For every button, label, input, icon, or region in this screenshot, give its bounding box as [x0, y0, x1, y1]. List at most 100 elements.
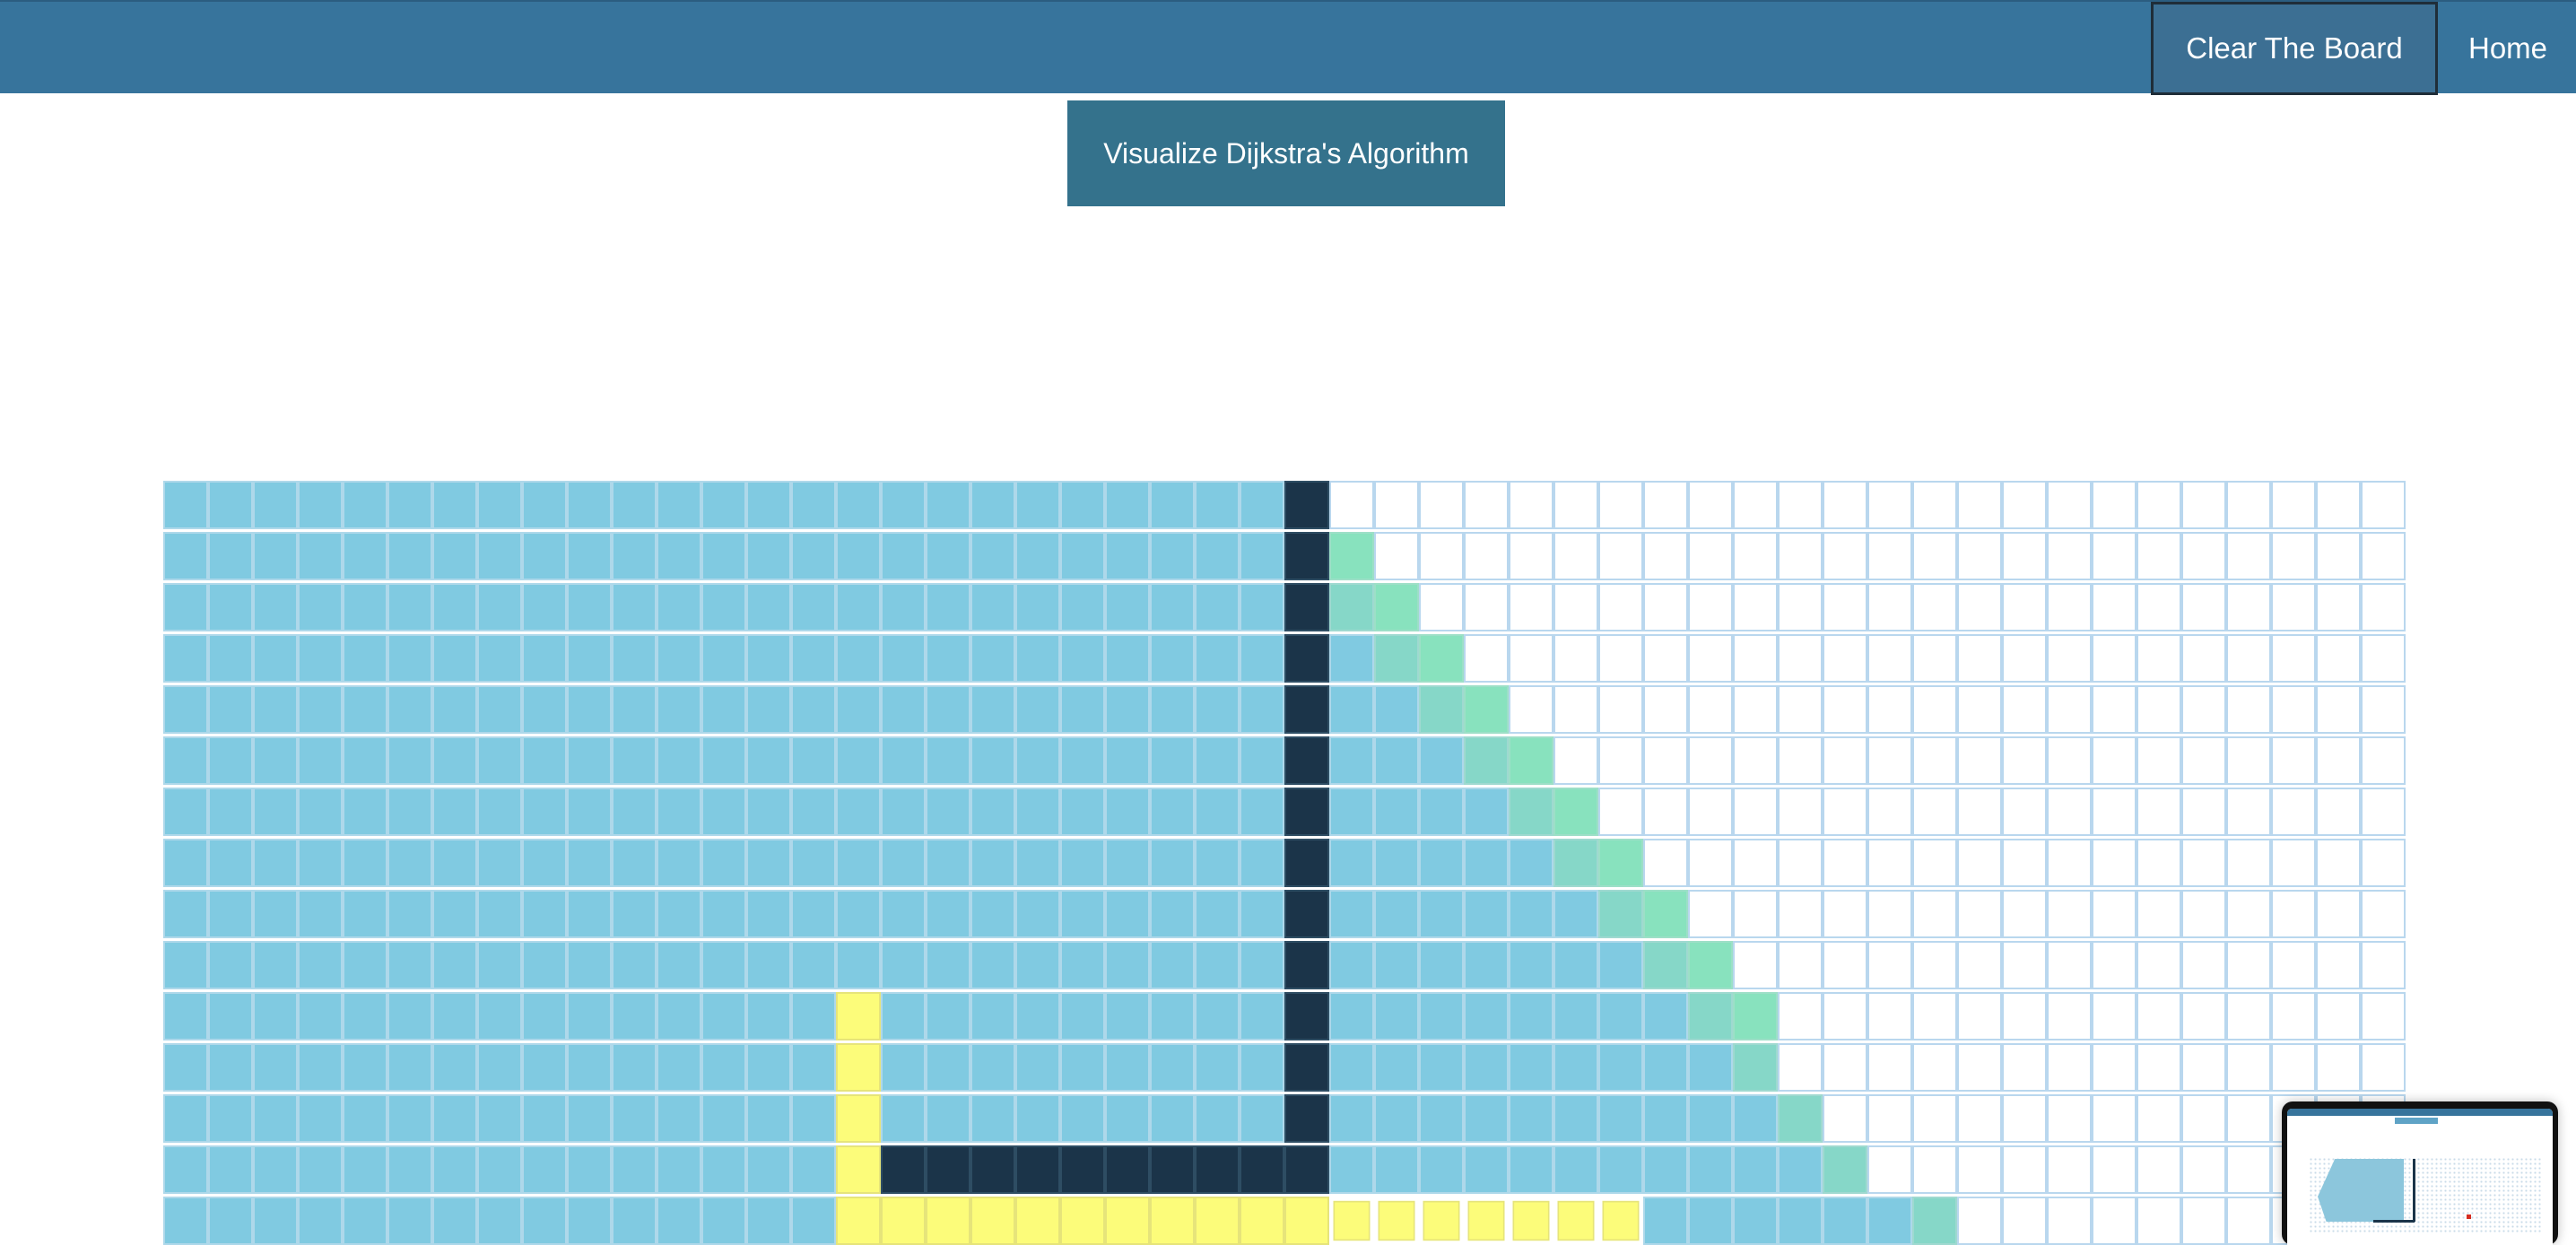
- grid-node-unvisited[interactable]: [2271, 890, 2316, 938]
- grid-node-visited[interactable]: [1419, 890, 1464, 938]
- grid-node-visited[interactable]: [746, 992, 791, 1040]
- grid-node-visited[interactable]: [1419, 941, 1464, 989]
- grid-node-unvisited[interactable]: [2271, 685, 2316, 734]
- grid-node-visited[interactable]: [567, 1043, 612, 1092]
- grid-node-unvisited[interactable]: [2226, 839, 2271, 887]
- grid-node-visited[interactable]: [1688, 1043, 1733, 1092]
- grid-node-visited[interactable]: [1419, 839, 1464, 887]
- grid-node-visited[interactable]: [881, 788, 926, 836]
- grid-node-shortest-path[interactable]: [836, 1043, 881, 1092]
- grid-node-unvisited[interactable]: [2316, 992, 2361, 1040]
- grid-node-unvisited[interactable]: [1419, 532, 1464, 580]
- grid-node-visited[interactable]: [1150, 1043, 1195, 1092]
- grid-node-visited[interactable]: [746, 1094, 791, 1143]
- grid-node-visited[interactable]: [163, 941, 208, 989]
- grid-node-visited[interactable]: [208, 736, 253, 785]
- grid-node-unvisited[interactable]: [2092, 583, 2137, 631]
- grid-node-frontier-new[interactable]: [1553, 788, 1598, 836]
- grid-node-unvisited[interactable]: [2316, 685, 2361, 734]
- grid-node-visited[interactable]: [1598, 941, 1643, 989]
- grid-node-visited[interactable]: [1374, 1145, 1419, 1194]
- grid-node-visited[interactable]: [1240, 634, 1284, 683]
- grid-node-visited[interactable]: [1240, 839, 1284, 887]
- grid-node-wall[interactable]: [1284, 481, 1329, 529]
- grid-node-visited[interactable]: [836, 583, 881, 631]
- grid-node-visited[interactable]: [387, 1145, 432, 1194]
- grid-node-visited[interactable]: [881, 634, 926, 683]
- grid-node-unvisited[interactable]: [2002, 532, 2047, 580]
- grid-node-visited[interactable]: [1553, 1145, 1598, 1194]
- grid-node-visited[interactable]: [387, 481, 432, 529]
- grid-node-visited[interactable]: [791, 583, 836, 631]
- grid-node-visited[interactable]: [163, 788, 208, 836]
- grid-node-shortest-path-animating[interactable]: [1467, 1200, 1505, 1241]
- grid-node-visited[interactable]: [1509, 1094, 1553, 1143]
- grid-node-unvisited[interactable]: [1823, 583, 1867, 631]
- grid-node-visited[interactable]: [1195, 890, 1240, 938]
- grid-node-frontier-new[interactable]: [1509, 736, 1553, 785]
- grid-node-unvisited[interactable]: [1778, 941, 1823, 989]
- grid-node-visited[interactable]: [1240, 685, 1284, 734]
- grid-node-visited[interactable]: [1195, 839, 1240, 887]
- grid-node-unvisited[interactable]: [1464, 481, 1509, 529]
- grid-node-visited[interactable]: [567, 1145, 612, 1194]
- grid-node-visited[interactable]: [1464, 1094, 1509, 1143]
- grid-node-visited[interactable]: [1015, 941, 1060, 989]
- grid-node-visited[interactable]: [791, 481, 836, 529]
- grid-node-visited[interactable]: [612, 1094, 657, 1143]
- grid-node-visited[interactable]: [970, 992, 1015, 1040]
- grid-node-unvisited[interactable]: [2047, 685, 2092, 734]
- grid-node-unvisited[interactable]: [1912, 992, 1957, 1040]
- grid-node-unvisited[interactable]: [2047, 890, 2092, 938]
- grid-node-unvisited[interactable]: [1778, 736, 1823, 785]
- grid-node-visited[interactable]: [970, 1043, 1015, 1092]
- grid-node-visited[interactable]: [477, 634, 522, 683]
- grid-node-visited[interactable]: [657, 634, 701, 683]
- grid-node-visited[interactable]: [1509, 890, 1553, 938]
- grid-node-unvisited[interactable]: [2047, 1094, 2092, 1143]
- grid-node-unvisited[interactable]: [1957, 890, 2002, 938]
- grid-node-unvisited[interactable]: [2002, 583, 2047, 631]
- grid-node-visited[interactable]: [567, 583, 612, 631]
- grid-node-unvisited[interactable]: [1419, 481, 1464, 529]
- grid-node-unvisited[interactable]: [2271, 634, 2316, 683]
- grid-node-visited[interactable]: [1374, 1043, 1419, 1092]
- grid-node-unvisited[interactable]: [2047, 839, 2092, 887]
- grid-node-unvisited[interactable]: [1419, 583, 1464, 631]
- grid-node-visited[interactable]: [701, 992, 746, 1040]
- grid-node-visited[interactable]: [657, 992, 701, 1040]
- grid-node-unvisited[interactable]: [2137, 839, 2181, 887]
- grid-node-wall[interactable]: [970, 1145, 1015, 1194]
- grid-node-unvisited[interactable]: [2137, 685, 2181, 734]
- grid-node-visited[interactable]: [612, 685, 657, 734]
- grid-node-visited[interactable]: [1374, 839, 1419, 887]
- grid-node-visited[interactable]: [1060, 685, 1105, 734]
- grid-node-unvisited[interactable]: [1643, 736, 1688, 785]
- grid-node-visited[interactable]: [522, 634, 567, 683]
- grid-node-visited[interactable]: [701, 1043, 746, 1092]
- grid-node-visited[interactable]: [477, 788, 522, 836]
- grid-node-unvisited[interactable]: [2002, 736, 2047, 785]
- grid-node-visited[interactable]: [1015, 839, 1060, 887]
- grid-node-unvisited[interactable]: [2271, 736, 2316, 785]
- grid-node-shortest-path[interactable]: [836, 992, 881, 1040]
- grid-node-visited[interactable]: [1509, 941, 1553, 989]
- grid-node-unvisited[interactable]: [2092, 1094, 2137, 1143]
- grid-node-visited[interactable]: [701, 532, 746, 580]
- grid-node-visited[interactable]: [1195, 788, 1240, 836]
- grid-node-visited[interactable]: [1464, 788, 1509, 836]
- grid-node-unvisited[interactable]: [1912, 1043, 1957, 1092]
- grid-node-visited[interactable]: [387, 839, 432, 887]
- grid-node-visited[interactable]: [1374, 736, 1419, 785]
- grid-node-unvisited[interactable]: [2092, 736, 2137, 785]
- grid-node-visited[interactable]: [387, 1094, 432, 1143]
- grid-node-visited[interactable]: [881, 1094, 926, 1143]
- grid-node-visited[interactable]: [1329, 839, 1374, 887]
- grid-node-unvisited[interactable]: [2181, 839, 2226, 887]
- grid-node-visited[interactable]: [970, 941, 1015, 989]
- grid-node-visited[interactable]: [701, 1094, 746, 1143]
- grid-node-unvisited[interactable]: [1733, 685, 1778, 734]
- grid-node-shortest-path-animating[interactable]: [1423, 1200, 1460, 1241]
- grid-node-visited[interactable]: [1419, 992, 1464, 1040]
- grid-node-shortest-path-animating[interactable]: [1378, 1200, 1415, 1241]
